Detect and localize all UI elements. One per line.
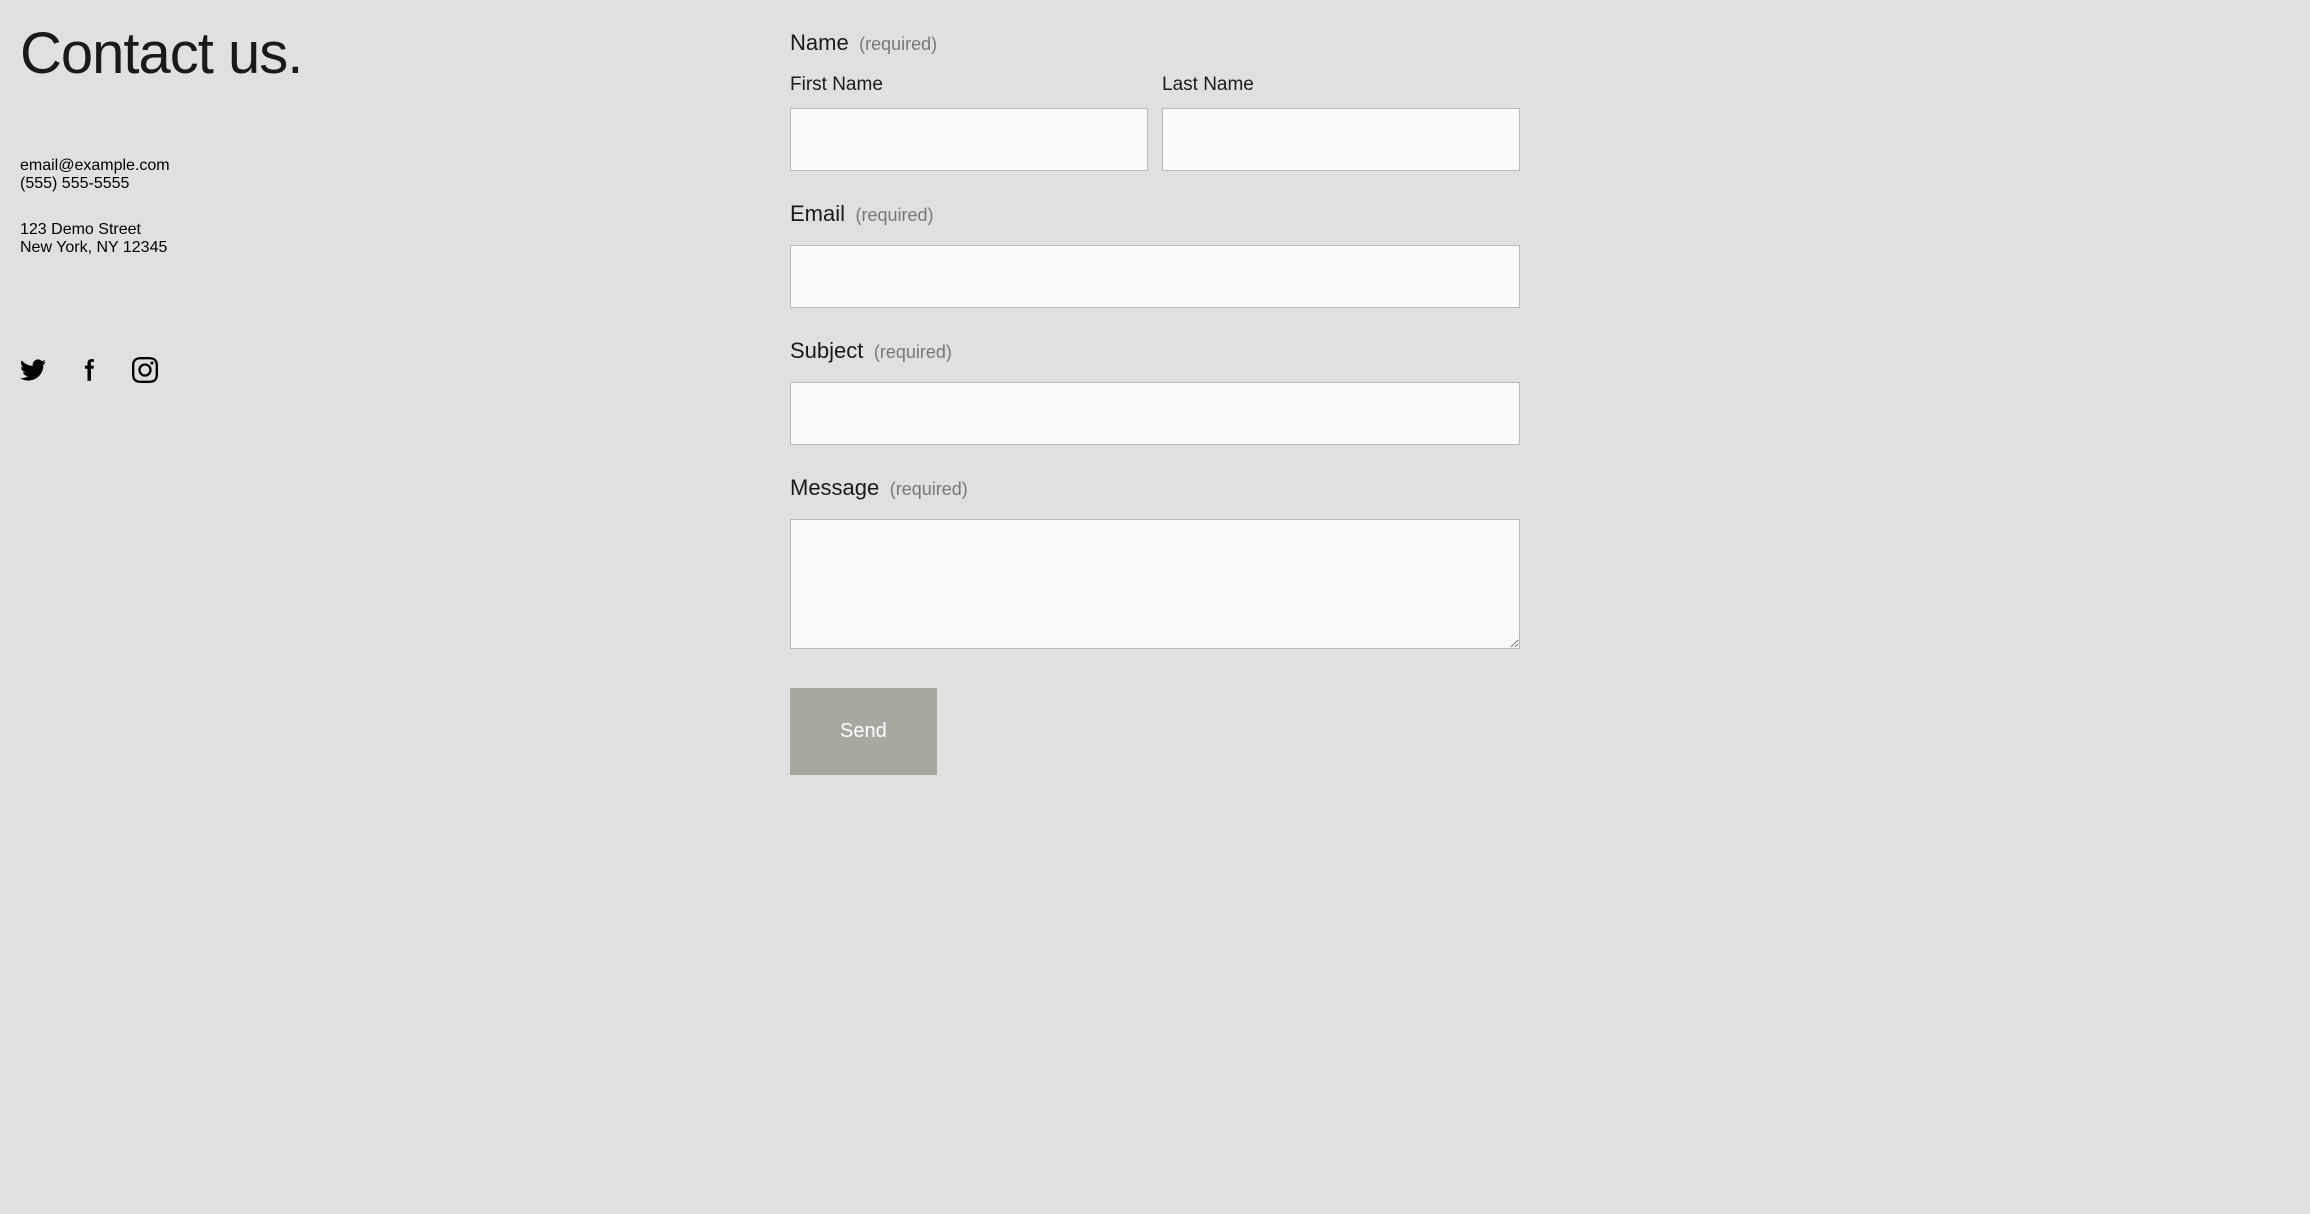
send-button[interactable]: Send: [790, 688, 937, 775]
subject-required-text: (required): [874, 342, 952, 362]
message-required-text: (required): [890, 479, 968, 499]
first-name-input[interactable]: [790, 108, 1148, 171]
email-input[interactable]: [790, 245, 1520, 308]
twitter-icon: [20, 357, 46, 383]
last-name-input[interactable]: [1162, 108, 1520, 171]
twitter-link[interactable]: [20, 357, 46, 383]
contact-address-line2: New York, NY 12345: [20, 239, 750, 257]
first-name-label: First Name: [790, 74, 1148, 96]
facebook-link[interactable]: [76, 357, 102, 383]
page-title: Contact us.: [20, 20, 750, 87]
message-label: Message: [790, 475, 879, 501]
instagram-link[interactable]: [132, 357, 158, 383]
email-label: Email: [790, 201, 845, 227]
subject-label: Subject: [790, 338, 863, 364]
name-required-text: (required): [859, 34, 937, 54]
instagram-icon: [132, 357, 158, 383]
message-textarea[interactable]: [790, 519, 1520, 649]
contact-email: email@example.com: [20, 157, 750, 175]
facebook-icon: [76, 357, 102, 383]
contact-phone: (555) 555-5555: [20, 175, 750, 193]
subject-input[interactable]: [790, 382, 1520, 445]
name-label: Name: [790, 30, 849, 56]
email-required-text: (required): [855, 205, 933, 225]
last-name-label: Last Name: [1162, 74, 1520, 96]
contact-address-line1: 123 Demo Street: [20, 221, 750, 239]
